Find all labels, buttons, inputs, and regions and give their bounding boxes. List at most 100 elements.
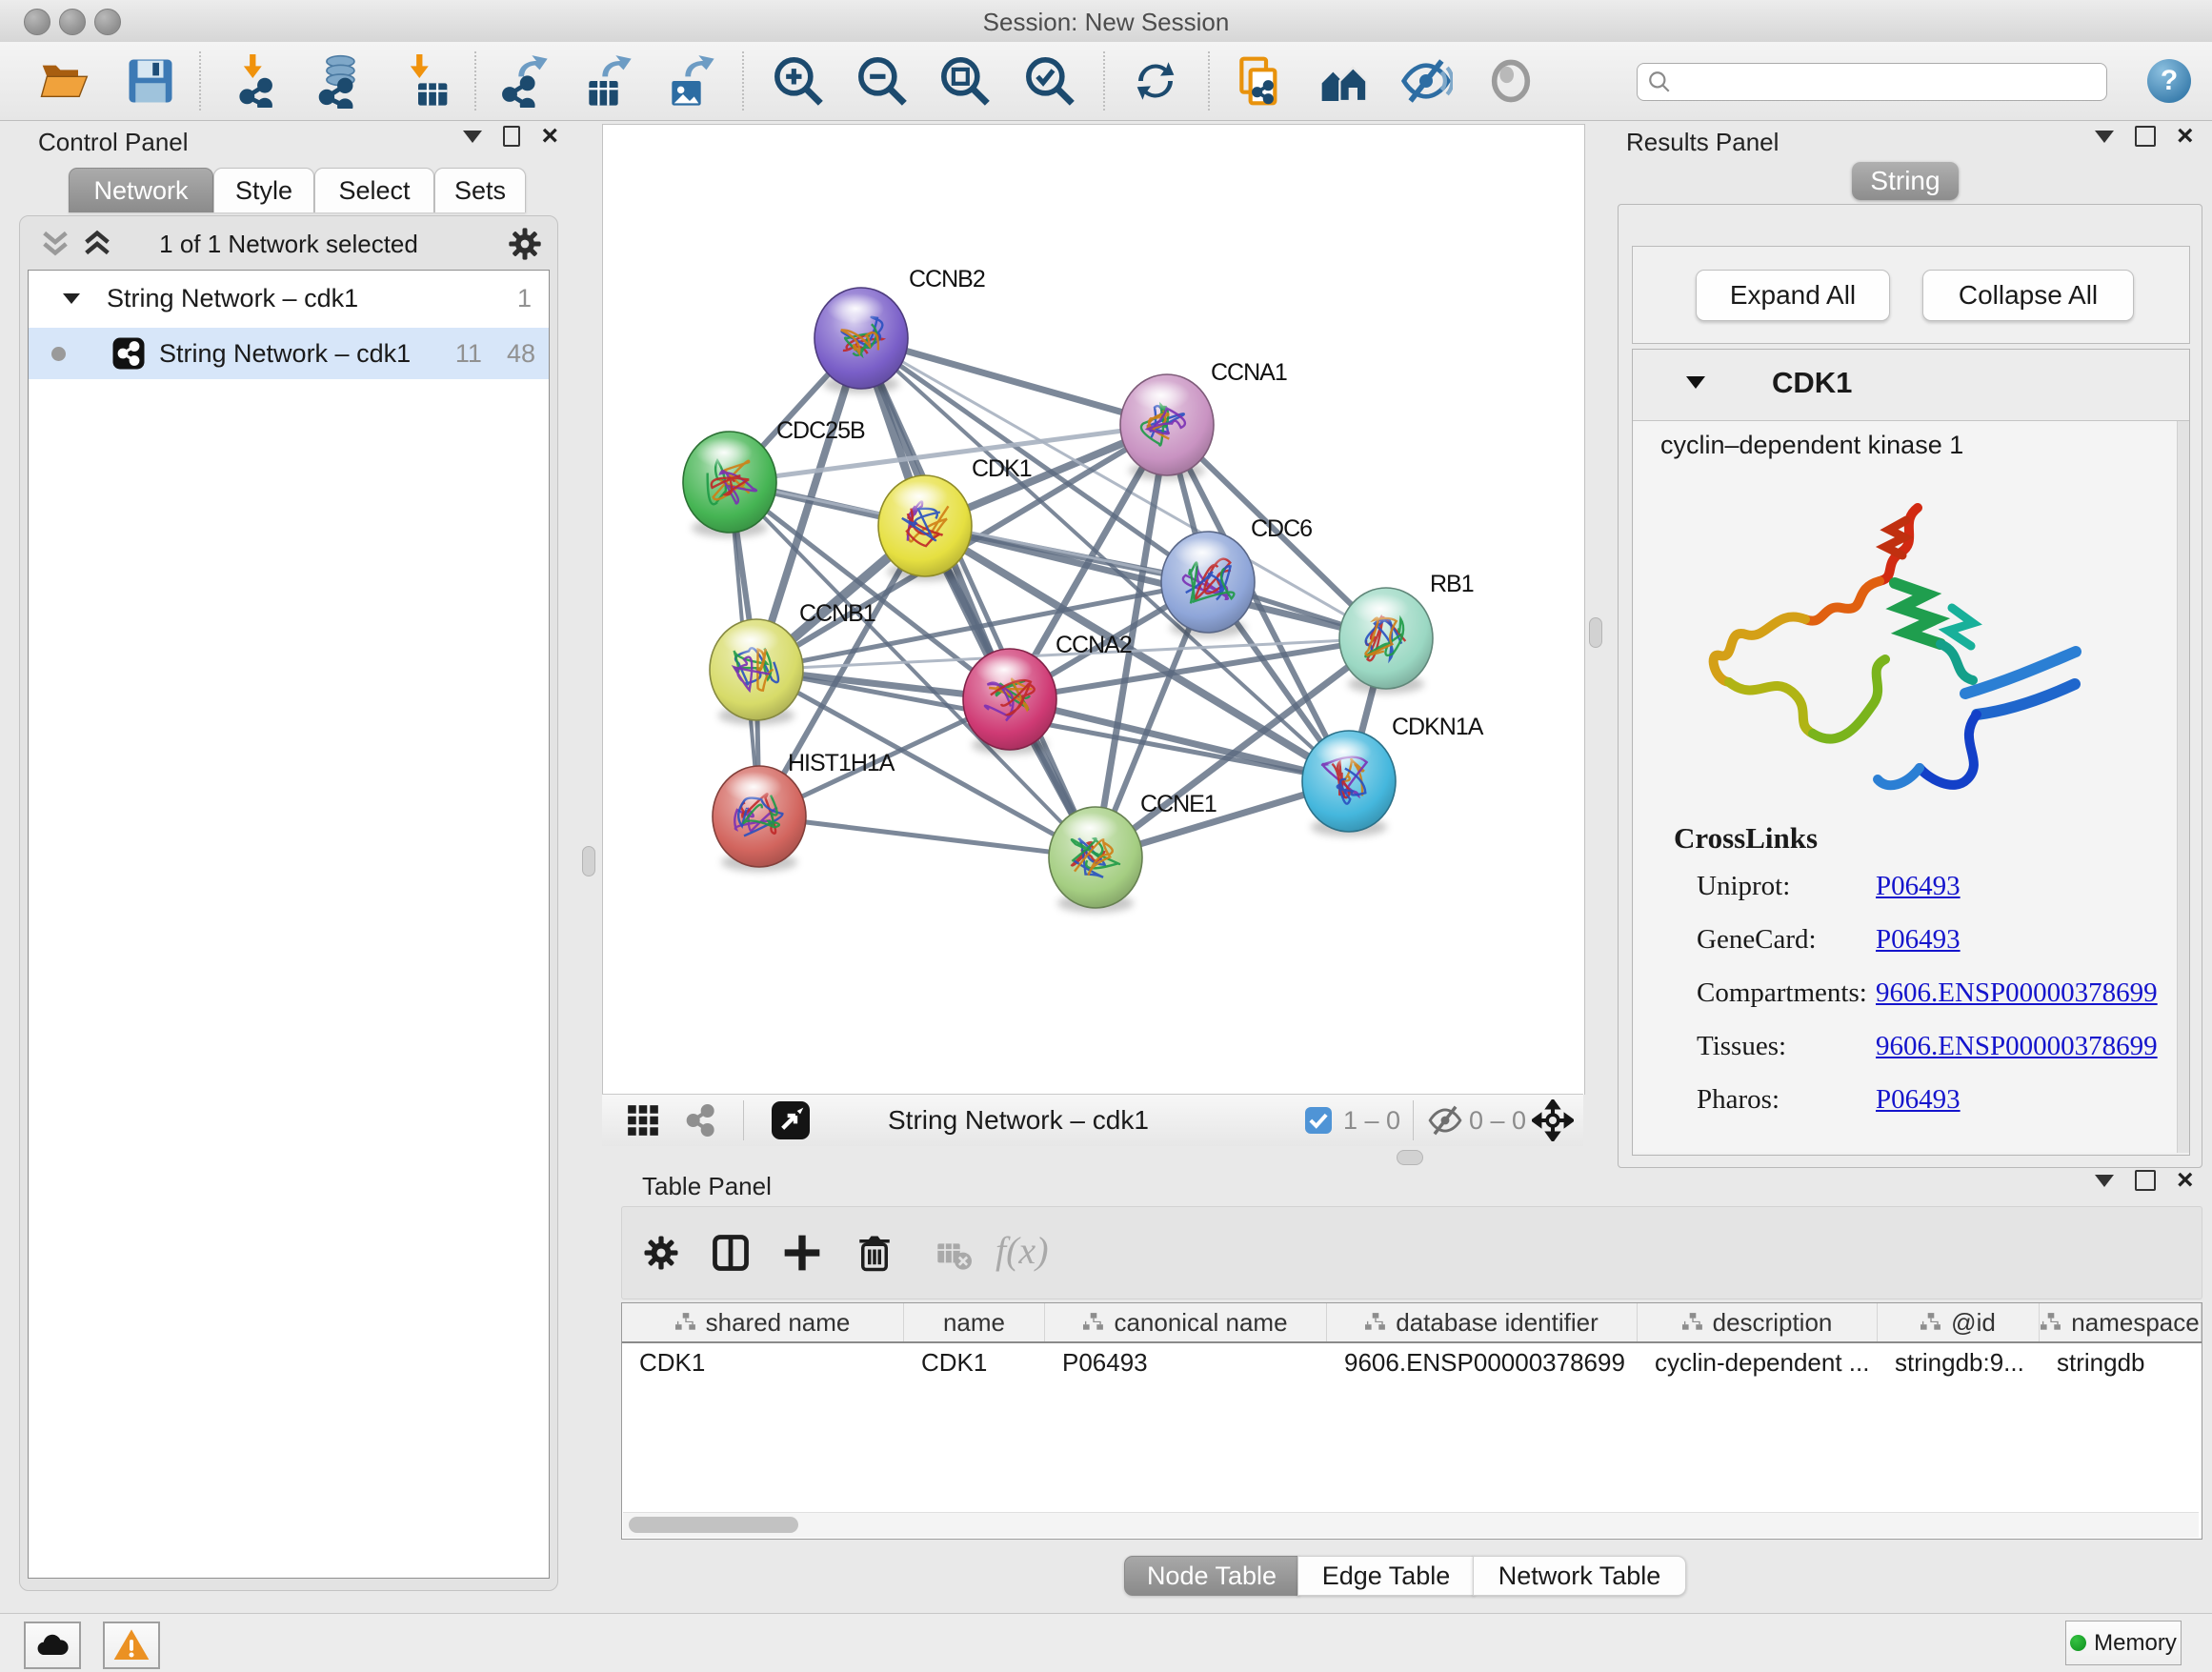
tab-network[interactable]: Network: [69, 168, 213, 212]
column-header-name[interactable]: name: [904, 1303, 1045, 1341]
fit-selected-crosshair-icon[interactable]: [1532, 1099, 1574, 1141]
crosslink-value-link[interactable]: P06493: [1876, 1084, 1961, 1116]
network-graph[interactable]: CCNB2CCNA1CDC25BCDK1CDC6RB1CCNB1CCNA2CDK…: [603, 125, 1584, 1095]
scrollbar-thumb[interactable]: [629, 1517, 798, 1533]
network-row-selected[interactable]: String Network – cdk1 11 48: [29, 328, 549, 379]
column-header-description[interactable]: description: [1638, 1303, 1878, 1341]
table-cell[interactable]: P06493: [1045, 1343, 1327, 1381]
table-panel-close-icon[interactable]: ×: [2177, 1171, 2194, 1190]
table-cell[interactable]: 9606.ENSP00000378699: [1327, 1343, 1638, 1381]
network-canvas[interactable]: CCNB2CCNA1CDC25BCDK1CDC6RB1CCNB1CCNA2CDK…: [602, 124, 1585, 1095]
help-button[interactable]: ?: [2147, 59, 2191, 103]
tab-select[interactable]: Select: [314, 168, 434, 212]
results-panel-float-icon[interactable]: [2135, 126, 2156, 147]
table-panel-menu-icon[interactable]: [2095, 1175, 2114, 1187]
section-expanded-arrow-icon[interactable]: [1686, 376, 1705, 389]
node-RB1[interactable]: [1339, 588, 1433, 694]
birdseye-toggle-icon[interactable]: [772, 1101, 810, 1139]
network-share-icon[interactable]: [682, 1101, 720, 1139]
zoom-fit-button[interactable]: [933, 50, 997, 112]
save-session-button[interactable]: [118, 50, 183, 112]
export-table-button[interactable]: [574, 50, 639, 112]
cloud-status-button[interactable]: [24, 1622, 81, 1669]
column-header-database-identifier[interactable]: database identifier: [1327, 1303, 1638, 1341]
tab-style[interactable]: Style: [213, 168, 314, 212]
tab-network-table[interactable]: Network Table: [1473, 1556, 1686, 1596]
show-hide-graphics-button[interactable]: [1394, 50, 1458, 112]
crosslink-value-link[interactable]: 9606.ENSP00000378699: [1876, 1031, 2158, 1062]
first-neighbors-button[interactable]: [1312, 50, 1377, 112]
zoom-out-button[interactable]: [850, 50, 915, 112]
crosslink-value-link[interactable]: P06493: [1876, 871, 1961, 902]
edge-HIST1H1A-CCNE1[interactable]: [759, 816, 1096, 857]
zoom-in-button[interactable]: [766, 50, 831, 112]
export-image-button[interactable]: [657, 50, 722, 112]
node-CCNE1[interactable]: [1049, 807, 1142, 913]
control-panel-close-icon[interactable]: ×: [541, 127, 558, 146]
add-column-icon[interactable]: [781, 1232, 823, 1274]
memory-button[interactable]: Memory: [2065, 1621, 2182, 1665]
warnings-button[interactable]: [103, 1622, 160, 1669]
results-panel-close-icon[interactable]: ×: [2177, 127, 2194, 146]
network-options-gear-icon[interactable]: [506, 225, 544, 263]
table-panel-splitter[interactable]: [602, 1146, 1583, 1168]
node-table[interactable]: shared namenamecanonical namedatabase id…: [621, 1302, 2202, 1540]
node-CDKN1A[interactable]: [1302, 731, 1396, 836]
crosslink-value-link[interactable]: P06493: [1876, 924, 1961, 956]
table-cell[interactable]: CDK1: [622, 1343, 904, 1381]
table-horizontal-scrollbar[interactable]: [623, 1512, 2199, 1538]
delete-column-trash-icon[interactable]: [855, 1232, 895, 1274]
table-settings-gear-icon[interactable]: [641, 1233, 681, 1273]
zoom-selected-button[interactable]: [1017, 50, 1082, 112]
node-HIST1H1A[interactable]: [713, 766, 806, 872]
collapse-all-button[interactable]: Collapse All: [1922, 270, 2134, 321]
table-cell[interactable]: CDK1: [904, 1343, 1045, 1381]
table-header-row[interactable]: shared namenamecanonical namedatabase id…: [622, 1303, 2202, 1343]
show-columns-icon[interactable]: [710, 1232, 752, 1274]
node-CDC25B[interactable]: [683, 432, 776, 537]
import-table-button[interactable]: [392, 50, 457, 112]
table-row[interactable]: CDK1CDK1P064939606.ENSP00000378699cyclin…: [622, 1343, 2202, 1381]
shared-column-icon: [1920, 1313, 1941, 1332]
control-panel-menu-icon[interactable]: [463, 131, 482, 143]
crosslink-row: Compartments:9606.ENSP00000378699: [1634, 977, 2177, 1031]
bottom-splitter-handle[interactable]: [1397, 1150, 1423, 1165]
table-panel-float-icon[interactable]: [2135, 1170, 2156, 1191]
node-gloss: [725, 772, 782, 802]
tab-sets[interactable]: Sets: [434, 168, 526, 212]
tab-string[interactable]: String: [1852, 162, 1959, 200]
node-result-header[interactable]: CDK1: [1633, 350, 2189, 421]
column-header-canonical-name[interactable]: canonical name: [1045, 1303, 1327, 1341]
node-CCNB1[interactable]: [710, 619, 803, 725]
selected-checkbox-icon[interactable]: [1305, 1107, 1332, 1134]
import-network-file-button[interactable]: [226, 50, 291, 112]
left-splitter-handle[interactable]: [582, 846, 595, 876]
tab-edge-table[interactable]: Edge Table: [1297, 1556, 1475, 1596]
collection-expanded-arrow-icon[interactable]: [63, 293, 80, 304]
hidden-eye-icon[interactable]: [1427, 1102, 1463, 1138]
column-header--id[interactable]: @id: [1878, 1303, 2040, 1341]
table-cell[interactable]: stringdb: [2040, 1343, 2202, 1381]
results-scrollbar[interactable]: [2177, 421, 2189, 1153]
table-cell[interactable]: stringdb:9...: [1878, 1343, 2040, 1381]
network-collection-row[interactable]: String Network – cdk1 1: [29, 272, 549, 324]
crosslink-value-link[interactable]: 9606.ENSP00000378699: [1876, 977, 2158, 1009]
control-panel-float-icon[interactable]: [503, 126, 520, 147]
edge-CCNB2-CCNE1[interactable]: [861, 338, 1096, 857]
search-input[interactable]: [1637, 63, 2107, 101]
import-network-database-button[interactable]: [306, 50, 371, 112]
preview-button[interactable]: [1478, 50, 1543, 112]
open-session-button[interactable]: [32, 50, 97, 112]
clone-network-button[interactable]: [1227, 50, 1292, 112]
grid-view-icon[interactable]: [625, 1102, 661, 1138]
results-panel-menu-icon[interactable]: [2095, 131, 2114, 143]
column-header-namespace[interactable]: namespace: [2040, 1303, 2202, 1341]
export-network-button[interactable]: [491, 50, 555, 112]
tab-node-table[interactable]: Node Table: [1124, 1556, 1299, 1596]
column-header-shared-name[interactable]: shared name: [622, 1303, 904, 1341]
expand-all-button[interactable]: Expand All: [1696, 270, 1890, 321]
table-cell[interactable]: cyclin-dependent ...: [1638, 1343, 1878, 1381]
right-splitter-handle[interactable]: [1589, 617, 1602, 648]
node-CCNA1[interactable]: [1120, 374, 1214, 480]
apply-layout-button[interactable]: [1123, 50, 1188, 112]
